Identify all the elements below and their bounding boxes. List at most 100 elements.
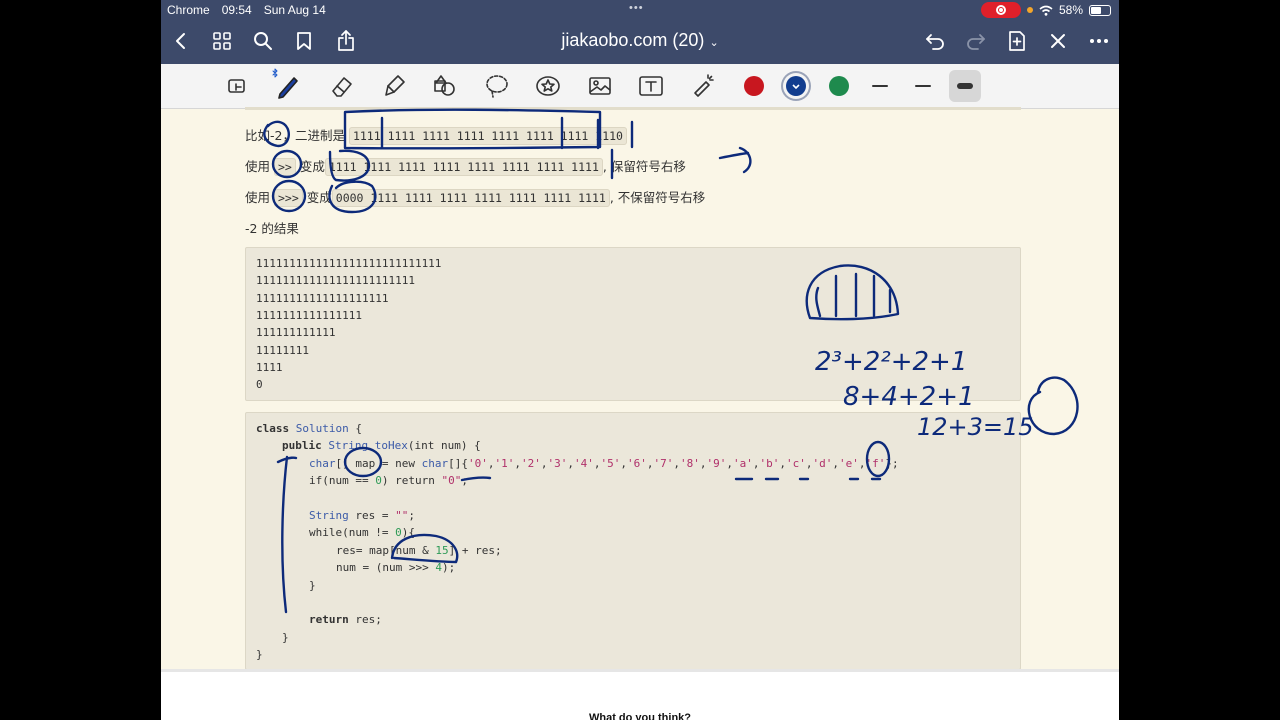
redo-button[interactable] (962, 27, 990, 55)
stroke-thick[interactable] (949, 70, 981, 102)
code-line: num = (num >>> 4); (336, 561, 456, 574)
result-line: 11111111111111111111 (256, 291, 389, 305)
char-literal: '2' (520, 457, 541, 470)
sticker-tool[interactable] (532, 70, 564, 102)
code-line: char[] map = new char[]{'0','1','2','3',… (309, 457, 899, 470)
text-box-icon (639, 76, 663, 96)
ipad-screen: Chrome 09:54 Sun Aug 14 ••• 58% jiakaobo… (161, 0, 1119, 720)
read-only-tool[interactable] (222, 70, 254, 102)
nav-bar: jiakaobo.com (20) ⌄ (161, 20, 1119, 64)
char-literal: 'd' (812, 457, 833, 470)
laser-pointer-tool[interactable] (687, 70, 719, 102)
add-page-icon (1009, 31, 1025, 51)
code-line: } (256, 648, 263, 661)
eraser-icon (332, 77, 352, 97)
highlighter-tool[interactable] (379, 70, 411, 102)
image-tool[interactable] (584, 70, 616, 102)
lasso-icon (486, 75, 508, 98)
wifi-icon (1039, 5, 1053, 16)
bluetooth-icon (272, 68, 278, 78)
multitask-dots[interactable]: ••• (629, 2, 644, 14)
undo-button[interactable] (921, 27, 949, 55)
shapes-icon (434, 75, 455, 96)
star-sticker-icon (536, 76, 560, 96)
binary-code-chip: 0000 1111 1111 1111 1111 1111 1111 1111 (331, 189, 610, 207)
result-line: 1111 (256, 360, 283, 374)
add-page-button[interactable] (1003, 27, 1031, 55)
screen-recording-indicator[interactable] (980, 2, 1021, 18)
char-literal: 'a' (732, 457, 753, 470)
code-line: public String toHex(int num) { (282, 439, 481, 452)
color-blue[interactable] (786, 76, 806, 96)
chevron-down-icon (792, 84, 800, 90)
char-literal: '3' (547, 457, 568, 470)
comments-footer: What do you think? (161, 669, 1119, 720)
chevron-down-icon: ⌄ (709, 37, 719, 49)
undo-icon (926, 34, 944, 50)
battery-percent: 58% (1058, 3, 1083, 17)
char-literal: '7' (653, 457, 674, 470)
code-line: if(num == 0) return "0"; (309, 474, 468, 487)
mic-indicator (1026, 7, 1033, 13)
lasso-tool[interactable] (481, 70, 513, 102)
eraser-tool[interactable] (326, 70, 358, 102)
laser-pointer-icon (694, 74, 714, 97)
color-red[interactable] (744, 76, 764, 96)
text-line-binary: 比如-2，二进制是 1111 1111 1111 1111 1111 1111 … (245, 125, 627, 145)
char-literal: '9' (706, 457, 727, 470)
battery-icon (1089, 4, 1111, 16)
result-line: 11111111 (256, 343, 309, 357)
close-button[interactable] (1044, 27, 1072, 55)
char-literal: '1' (494, 457, 515, 470)
shapes-tool[interactable] (429, 70, 461, 102)
binary-code-chip: 1111 1111 1111 1111 1111 1111 1111 1110 (348, 127, 627, 145)
stroke-medium[interactable] (907, 70, 939, 102)
status-bar: Chrome 09:54 Sun Aug 14 ••• 58% (161, 0, 1119, 20)
document-page: 比如-2，二进制是 1111 1111 1111 1111 1111 1111 … (161, 107, 1119, 670)
text-tool[interactable] (635, 70, 667, 102)
operator-chip: >>> (274, 189, 303, 207)
code-line: res= map[num & 15] + res; (336, 544, 502, 557)
result-code-block: 1111111111111111111111111111 111111111111… (245, 247, 1021, 401)
result-line: 111111111111 (256, 326, 336, 340)
code-line: return res; (309, 613, 382, 626)
top-bar: Chrome 09:54 Sun Aug 14 ••• 58% jiakaobo… (161, 0, 1119, 64)
status-date: Sun Aug 14 (263, 3, 326, 17)
color-green[interactable] (829, 76, 849, 96)
image-icon (589, 77, 611, 95)
previous-block-edge (245, 107, 1021, 110)
code-line: } (309, 579, 316, 592)
code-line: } (282, 631, 289, 644)
record-icon (995, 5, 1006, 15)
close-icon (1051, 34, 1065, 48)
char-literal: 'b' (759, 457, 780, 470)
result-line: 111111111111111111111111 (256, 274, 415, 288)
text-line-unsigned-shift: 使用 >>> 变成 0000 1111 1111 1111 1111 1111 1… (245, 189, 706, 207)
pen-tool[interactable] (272, 68, 304, 102)
highlighter-icon (385, 75, 405, 96)
char-literal: 'f' (865, 457, 886, 470)
char-literal: '4' (573, 457, 594, 470)
status-time: 09:54 (221, 3, 252, 17)
char-literal: 'c' (785, 457, 806, 470)
operator-chip: >> (274, 158, 296, 176)
char-literal: '5' (600, 457, 621, 470)
result-line: 0 (256, 378, 263, 392)
result-line: 1111111111111111 (256, 308, 362, 322)
result-line: 1111111111111111111111111111 (256, 257, 442, 270)
char-literal: '6' (626, 457, 647, 470)
code-line: class Solution { (256, 422, 362, 435)
pen-icon (278, 77, 298, 99)
char-literal: '0' (467, 457, 488, 470)
text-line-signed-shift: 使用 >> 变成 1111 1111 1111 1111 1111 1111 11… (245, 158, 686, 176)
redo-icon (967, 34, 985, 50)
code-line: while(num != 0){ (309, 526, 415, 539)
java-code-block: class Solution { public String toHex(int… (245, 412, 1021, 670)
stroke-thin[interactable] (864, 70, 896, 102)
comments-heading: What do you think? (588, 712, 692, 720)
more-button[interactable] (1085, 27, 1113, 55)
code-line: String res = ""; (309, 509, 415, 522)
char-literal: 'e' (838, 457, 859, 470)
back-to-app-label[interactable]: Chrome (167, 3, 210, 17)
more-icon (1090, 39, 1108, 43)
